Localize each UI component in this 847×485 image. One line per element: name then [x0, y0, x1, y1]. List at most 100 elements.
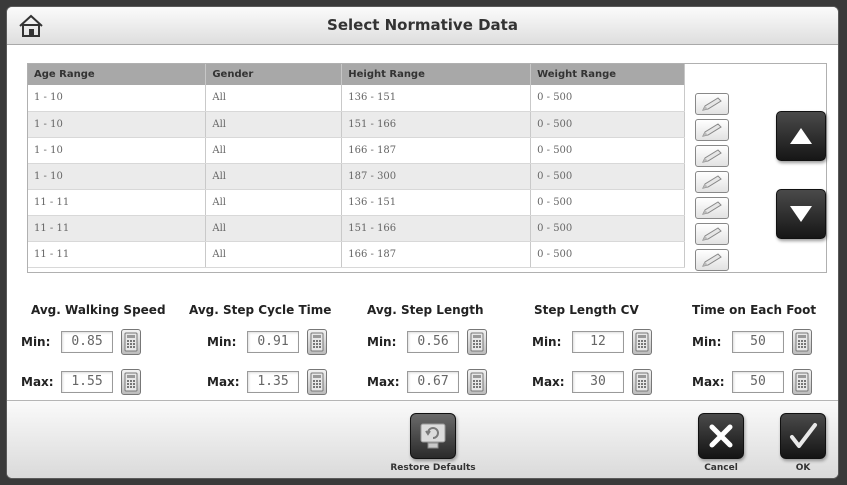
edit-row-button[interactable] — [695, 197, 729, 219]
param-title: Step Length CV — [534, 303, 639, 317]
param-walking-speed: Avg. Walking Speed Min: 0.85 Max: 1.55 — [19, 303, 179, 399]
time-on-each-foot-max-field[interactable]: 50 — [732, 371, 784, 393]
pencil-icon — [702, 201, 722, 215]
min-row: Min: 0.91 — [207, 329, 327, 355]
title-bar: Select Normative Data — [7, 7, 838, 45]
calculator-button[interactable] — [307, 369, 327, 395]
min-label: Min: — [207, 335, 237, 349]
edit-row-button[interactable] — [695, 119, 729, 141]
step-cycle-time-min-field[interactable]: 0.91 — [247, 331, 299, 353]
normative-table: Age Range Gender Height Range Weight Ran… — [27, 63, 827, 273]
step-length-max-field[interactable]: 0.67 — [407, 371, 459, 393]
edit-row-button[interactable] — [695, 93, 729, 115]
calculator-icon — [124, 372, 138, 392]
restore-defaults-icon — [420, 423, 446, 449]
cell-weight-range: 0 - 500 — [530, 215, 685, 242]
param-step-length: Avg. Step Length Min: 0.56 Max: 0.67 — [343, 303, 503, 399]
calculator-button[interactable] — [467, 369, 487, 395]
cell-weight-range: 0 - 500 — [530, 111, 685, 138]
normative-data-window: Select Normative Data Age Range Gender H… — [6, 6, 839, 479]
restore-defaults-label: Restore Defaults — [390, 463, 476, 473]
cell-height-range: 136 - 151 — [341, 85, 532, 112]
cell-gender: All — [205, 189, 343, 216]
cell-age-range: 1 - 10 — [28, 163, 207, 190]
cell-age-range: 1 - 10 — [28, 111, 207, 138]
cell-gender: All — [205, 85, 343, 112]
table-row[interactable]: 11 - 11 All 151 - 166 0 - 500 — [28, 215, 685, 242]
min-row: Min: 0.85 — [21, 329, 141, 355]
calculator-icon — [124, 332, 138, 352]
cell-weight-range: 0 - 500 — [530, 85, 685, 112]
ok-button[interactable] — [780, 413, 826, 459]
calculator-icon — [635, 332, 649, 352]
edit-row-button[interactable] — [695, 171, 729, 193]
edit-row-button[interactable] — [695, 249, 729, 271]
cancel-button[interactable] — [698, 413, 744, 459]
column-header-weight-range[interactable]: Weight Range — [530, 64, 685, 85]
cell-weight-range: 0 - 500 — [530, 137, 685, 164]
x-icon — [709, 424, 733, 448]
footer-bar: Restore Defaults Cancel OK — [7, 400, 838, 478]
restore-defaults-button[interactable] — [410, 413, 456, 459]
time-on-each-foot-min-field[interactable]: 50 — [732, 331, 784, 353]
column-header-gender[interactable]: Gender — [205, 64, 343, 85]
walking-speed-min-field[interactable]: 0.85 — [61, 331, 113, 353]
cell-gender: All — [205, 215, 343, 242]
step-cycle-time-max-field[interactable]: 1.35 — [247, 371, 299, 393]
calculator-button[interactable] — [632, 369, 652, 395]
param-step-cycle-time: Avg. Step Cycle Time Min: 0.91 Max: 1.35 — [183, 303, 343, 399]
checkmark-icon — [790, 423, 817, 448]
step-length-cv-min-field[interactable]: 12 — [572, 331, 624, 353]
cell-age-range: 11 - 11 — [28, 215, 207, 242]
edit-row-button[interactable] — [695, 223, 729, 245]
cell-height-range: 166 - 187 — [341, 137, 532, 164]
scroll-down-button[interactable] — [776, 189, 826, 239]
calculator-button[interactable] — [121, 329, 141, 355]
pencil-icon — [702, 97, 722, 111]
calculator-button[interactable] — [307, 329, 327, 355]
param-time-on-each-foot: Time on Each Foot Min: 50 Max: 50 — [668, 303, 828, 399]
cell-age-range: 11 - 11 — [28, 241, 207, 268]
cell-height-range: 187 - 300 — [341, 163, 532, 190]
table-row[interactable]: 1 - 10 All 136 - 151 0 - 500 — [28, 85, 685, 112]
table-row[interactable]: 1 - 10 All 187 - 300 0 - 500 — [28, 163, 685, 190]
param-title: Avg. Walking Speed — [31, 303, 166, 317]
cell-gender: All — [205, 137, 343, 164]
pencil-icon — [702, 175, 722, 189]
cell-weight-range: 0 - 500 — [530, 241, 685, 268]
cell-weight-range: 0 - 500 — [530, 163, 685, 190]
calculator-button[interactable] — [792, 329, 812, 355]
edit-buttons-column — [695, 93, 731, 275]
table-header-row: Age Range Gender Height Range Weight Ran… — [28, 64, 685, 85]
walking-speed-max-field[interactable]: 1.55 — [61, 371, 113, 393]
param-step-length-cv: Step Length CV Min: 12 Max: 30 — [508, 303, 668, 399]
column-header-height-range[interactable]: Height Range — [341, 64, 532, 85]
table-row[interactable]: 1 - 10 All 166 - 187 0 - 500 — [28, 137, 685, 164]
edit-row-button[interactable] — [695, 145, 729, 167]
pencil-icon — [702, 149, 722, 163]
min-row: Min: 50 — [692, 329, 812, 355]
cell-height-range: 136 - 151 — [341, 189, 532, 216]
calculator-button[interactable] — [467, 329, 487, 355]
calculator-button[interactable] — [632, 329, 652, 355]
page-title: Select Normative Data — [327, 16, 518, 34]
cell-age-range: 11 - 11 — [28, 189, 207, 216]
table-row[interactable]: 11 - 11 All 136 - 151 0 - 500 — [28, 189, 685, 216]
cell-gender: All — [205, 163, 343, 190]
max-label: Max: — [532, 375, 565, 389]
max-label: Max: — [207, 375, 240, 389]
step-length-min-field[interactable]: 0.56 — [407, 331, 459, 353]
table-row[interactable]: 1 - 10 All 151 - 166 0 - 500 — [28, 111, 685, 138]
max-row: Max: 30 — [532, 369, 652, 395]
column-header-age-range[interactable]: Age Range — [28, 64, 207, 85]
scroll-up-button[interactable] — [776, 111, 826, 161]
table-row[interactable]: 11 - 11 All 166 - 187 0 - 500 — [28, 241, 685, 268]
step-length-cv-max-field[interactable]: 30 — [572, 371, 624, 393]
ok-label: OK — [795, 463, 811, 473]
min-label: Min: — [367, 335, 397, 349]
calculator-button[interactable] — [792, 369, 812, 395]
min-label: Min: — [21, 335, 51, 349]
min-label: Min: — [532, 335, 562, 349]
cell-height-range: 151 - 166 — [341, 111, 532, 138]
calculator-button[interactable] — [121, 369, 141, 395]
